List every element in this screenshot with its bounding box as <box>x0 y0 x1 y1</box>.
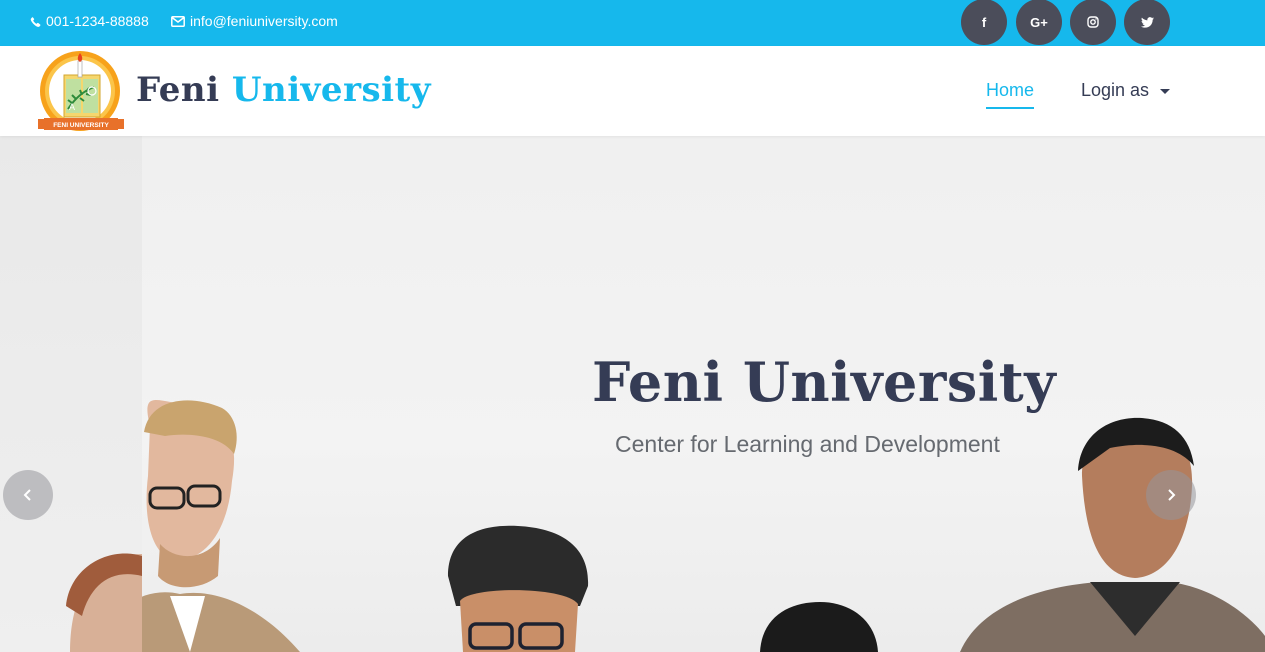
hero-subtitle: Center for Learning and Development <box>615 431 1000 457</box>
facebook-button[interactable]: f <box>961 0 1007 45</box>
phone-contact[interactable]: 001-1234-88888 <box>30 13 149 29</box>
instagram-button[interactable] <box>1070 0 1116 45</box>
caret-down-icon <box>1160 89 1171 94</box>
twitter-button[interactable] <box>1124 0 1170 45</box>
top-bar: 001-1234-88888 info@feniuniversity.com f… <box>0 0 1265 46</box>
nav-home-link[interactable]: Home <box>986 80 1035 109</box>
email-contact[interactable]: info@feniuniversity.com <box>171 13 338 29</box>
carousel-next-button[interactable] <box>1146 470 1196 520</box>
brand-part2: University <box>231 70 431 110</box>
nav-login-dropdown[interactable]: Login as <box>1081 80 1171 101</box>
person-right-image <box>960 417 1265 652</box>
envelope-icon <box>171 15 185 27</box>
hero-title: Feni University <box>592 350 1057 414</box>
phone-number: 001-1234-88888 <box>46 13 149 29</box>
instagram-icon <box>1087 16 1099 28</box>
carousel-prev-button[interactable] <box>3 470 53 520</box>
twitter-icon <box>1140 16 1154 28</box>
brand-part1: Feni <box>136 70 220 110</box>
main-navbar: A FENI UNIVERSITY Feni University Home L… <box>0 46 1265 136</box>
chevron-left-icon <box>23 489 31 501</box>
email-address: info@feniuniversity.com <box>190 13 338 29</box>
person-far-left-image <box>66 553 142 652</box>
phone-icon <box>30 16 41 27</box>
chevron-right-icon <box>1168 489 1176 501</box>
google-plus-button[interactable]: G+ <box>1016 0 1062 45</box>
hero-carousel: Feni University Center for Learning and … <box>0 136 1265 652</box>
brand-name[interactable]: Feni University <box>136 70 431 110</box>
facebook-icon: f <box>981 14 987 30</box>
person-center-image <box>760 602 878 652</box>
google-plus-icon: G+ <box>1030 14 1048 30</box>
svg-text:A: A <box>69 102 75 112</box>
nav-login-label: Login as <box>1081 80 1150 100</box>
university-logo[interactable]: A FENI UNIVERSITY <box>36 47 126 135</box>
logo-text: FENI UNIVERSITY <box>53 122 109 129</box>
person-turban-image <box>448 525 589 652</box>
